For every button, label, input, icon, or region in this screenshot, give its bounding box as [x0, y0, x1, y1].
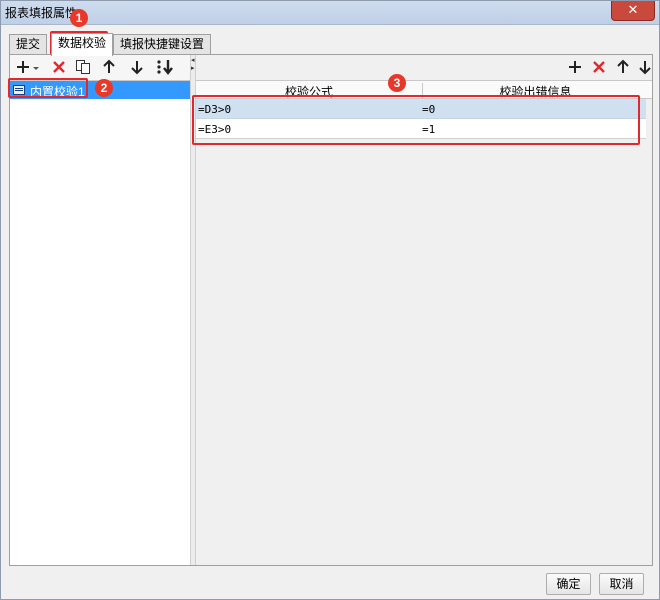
sort-icon[interactable] [154, 58, 176, 76]
delete-icon[interactable] [50, 58, 68, 76]
annotation-badge-2: 2 [95, 79, 113, 97]
cancel-button[interactable]: 取消 [599, 573, 644, 595]
move-up-icon[interactable] [614, 58, 632, 76]
window-title: 报表填报属性 [5, 6, 78, 20]
message-cell[interactable]: =1 [422, 123, 435, 136]
table-row[interactable]: =D3>0 =0 [196, 99, 646, 119]
annotation-badge-1: 1 [70, 9, 88, 27]
delete-icon[interactable] [590, 58, 608, 76]
ok-button[interactable]: 确定 [546, 573, 591, 595]
list-item-label: 内置校验1 [30, 85, 85, 99]
add-dropdown-icon[interactable] [16, 58, 42, 76]
add-icon[interactable] [566, 58, 584, 76]
left-panel: 内置校验1 [10, 55, 190, 565]
table-row[interactable]: =E3>0 =1 [196, 119, 646, 139]
title-bar[interactable]: 报表填报属性 ✕ [1, 1, 659, 25]
annotation-badge-3: 3 [388, 74, 406, 92]
close-button[interactable]: ✕ [611, 1, 655, 21]
validation-list: 内置校验1 [10, 80, 190, 565]
left-toolbar [10, 55, 190, 79]
column-header-error-message[interactable]: 校验出错信息 [422, 83, 648, 99]
grid-header: 校验公式 校验出错信息 [196, 80, 652, 99]
copy-icon[interactable] [74, 58, 92, 76]
move-down-icon[interactable] [128, 58, 146, 76]
tab-shortcut-settings[interactable]: 填报快捷键设置 [113, 34, 212, 55]
formula-cell[interactable]: =D3>0 [198, 103, 231, 116]
tab-panel: 内置校验1 ◂ ▸ 校验公式 校验出错信息 =D3>0 =0 =E3>0 =1 [9, 54, 653, 566]
formula-cell[interactable]: =E3>0 [198, 123, 231, 136]
tab-data-validation[interactable]: 数据校验 [51, 33, 114, 56]
right-toolbar [196, 55, 652, 79]
move-down-icon[interactable] [638, 58, 652, 76]
right-panel: 校验公式 校验出错信息 =D3>0 =0 =E3>0 =1 [196, 55, 652, 565]
message-cell[interactable]: =0 [422, 103, 435, 116]
grid-body: =D3>0 =0 =E3>0 =1 [196, 99, 652, 565]
collapse-arrow-icon[interactable]: ◂ ▸ [191, 57, 195, 73]
table-icon [13, 85, 25, 95]
move-up-icon[interactable] [100, 58, 118, 76]
tab-submit[interactable]: 提交 [9, 34, 48, 55]
